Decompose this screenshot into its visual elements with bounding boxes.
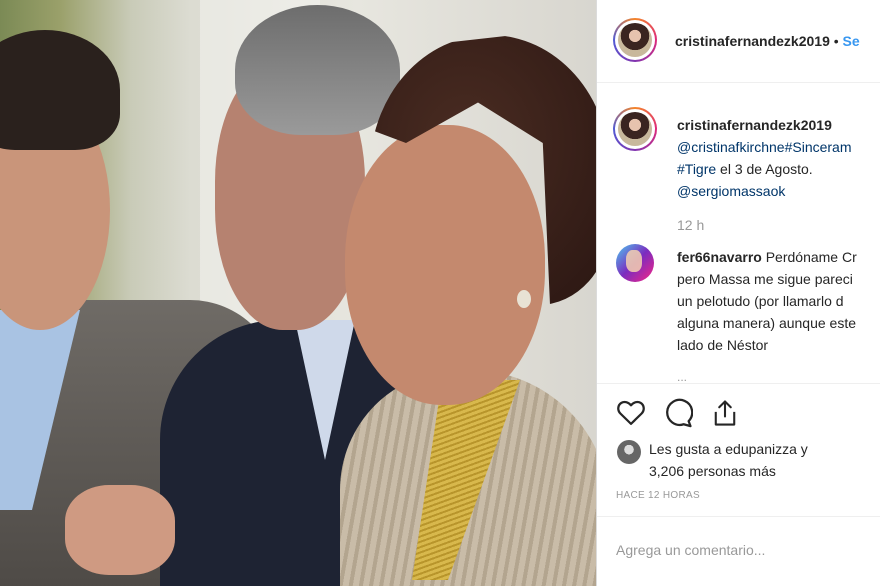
post-header: cristinafernandezk2019 • Se — [597, 0, 880, 83]
middle-man-hair — [235, 5, 400, 135]
comment: fer66navarro Perdóname Cr pero Massa me … — [677, 246, 880, 356]
add-comment-placeholder: Agrega un comentario... — [616, 542, 766, 558]
post-caption: cristinafernandezk2019 @cristinafkirchne… — [677, 114, 880, 202]
commenter-avatar[interactable] — [616, 244, 654, 282]
post-timestamp[interactable]: HACE 12 HORAS — [616, 490, 700, 501]
comment-line-5: lado de Néstor — [677, 337, 769, 353]
likes-summary[interactable]: Les gusta a edupanizza y 3,206 personas … — [649, 438, 808, 482]
caption-text: el 3 de Agosto. — [716, 161, 813, 177]
caption-mention-massa[interactable]: @sergiomassaok — [677, 183, 785, 199]
caption-hashtag-tigre[interactable]: #Tigre — [677, 161, 716, 177]
post-photo[interactable] — [0, 0, 596, 586]
comment-line-1: Perdóname Cr — [761, 249, 857, 265]
caption-avatar-image — [618, 112, 652, 146]
author-avatar[interactable] — [613, 18, 657, 62]
post-header-author: cristinafernandezk2019 • Se — [675, 33, 860, 49]
comment-line-3: un pelotudo (por llamarlo d — [677, 293, 844, 309]
left-man-hair — [0, 30, 120, 150]
likes-line-1: Les gusta a edupanizza y — [649, 441, 808, 457]
heart-icon[interactable] — [616, 398, 646, 426]
action-bar — [597, 383, 880, 436]
comment-line-4: alguna manera) aunque este — [677, 315, 857, 331]
share-icon[interactable] — [711, 398, 739, 428]
woman-earring — [517, 290, 531, 308]
post-details-panel: cristinafernandezk2019 • Se cristinafern… — [596, 0, 880, 586]
hand — [65, 485, 175, 575]
caption-hashtag-link[interactable]: #Sinceram — [785, 139, 852, 155]
commenter-username[interactable]: fer66navarro — [677, 249, 762, 265]
add-comment-field[interactable]: Agrega un comentario... — [597, 516, 880, 586]
author-avatar-image — [618, 23, 652, 57]
separator-dot: • — [833, 33, 843, 49]
caption-time[interactable]: 12 h — [677, 217, 704, 233]
liker-avatar[interactable] — [617, 440, 641, 464]
caption-mention-link[interactable]: @cristinafkirchne — [677, 139, 785, 155]
author-username[interactable]: cristinafernandezk2019 — [675, 33, 830, 49]
more-comments-indicator: ... — [677, 370, 688, 384]
follow-button[interactable]: Se — [843, 33, 860, 49]
likes-line-2: 3,206 personas más — [649, 463, 776, 479]
woman-face — [345, 125, 545, 405]
comment-line-2: pero Massa me sigue pareci — [677, 271, 853, 287]
caption-author-avatar[interactable] — [613, 107, 657, 151]
caption-author[interactable]: cristinafernandezk2019 — [677, 117, 832, 133]
comment-icon[interactable] — [663, 398, 693, 428]
